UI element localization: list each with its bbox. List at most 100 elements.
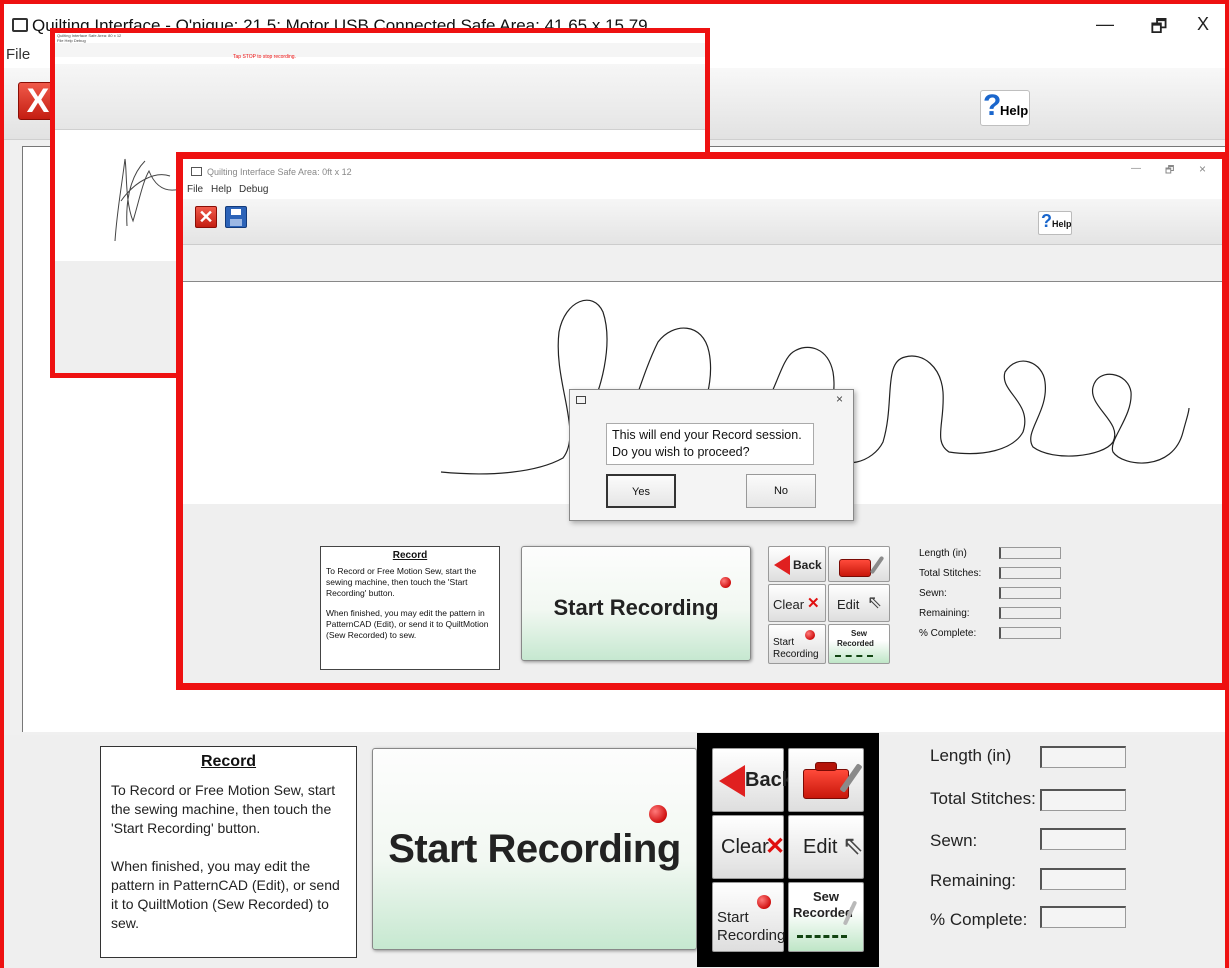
- record-session-overlay: Quilting Interface Safe Area: 0ft x 12 —…: [176, 152, 1229, 690]
- overlay-percent-complete-field: [999, 627, 1061, 639]
- overlay-info-box: Record To Record or Free Motion Sew, sta…: [320, 546, 500, 670]
- overlay-percent-complete-label: % Complete:: [919, 628, 977, 639]
- overlay-record-title: Quilting Interface Safe Area: 0ft x 12: [207, 167, 352, 177]
- app-window-icon: [12, 18, 28, 32]
- overlay-app-icon: [191, 167, 202, 176]
- overlay-clear-button[interactable]: Clear ✕: [768, 584, 826, 622]
- overlay-control-panel: Record To Record or Free Motion Sew, sta…: [183, 504, 1222, 683]
- total-stitches-label: Total Stitches:: [930, 789, 1036, 808]
- overlay-restore-button[interactable]: 🗗: [1165, 163, 1174, 180]
- start-recording-big-button[interactable]: Start Recording: [372, 748, 697, 950]
- overlay-start-small-label-2: Recording: [773, 649, 819, 660]
- clear-button[interactable]: Clear ✕: [712, 815, 786, 879]
- overlay-menu-debug[interactable]: Debug: [239, 184, 268, 195]
- overlay-help-button[interactable]: ? Help: [1038, 211, 1072, 235]
- toolbox-button[interactable]: [788, 748, 864, 812]
- dialog-message-line-2: Do you wish to proceed?: [612, 445, 750, 459]
- overlay-toolbox-button[interactable]: [828, 546, 890, 582]
- overlay-sew-label-1: Sew: [851, 629, 868, 638]
- overlay-info-title: Record: [392, 550, 428, 561]
- overlay-back-arrow-icon: [774, 555, 790, 575]
- back-button[interactable]: Back: [712, 748, 793, 812]
- start-recording-label: Start Recording: [388, 827, 681, 871]
- overlay-clear-label: Clear: [773, 597, 805, 612]
- overlay-menu-help[interactable]: Help: [211, 184, 232, 195]
- edit-button[interactable]: Edit ⇖: [788, 815, 864, 879]
- percent-complete-field: [1040, 906, 1126, 928]
- sew-label-2: Recorded: [793, 905, 853, 920]
- sew-recorded-icon: [797, 935, 847, 938]
- info-paragraph-1: To Record or Free Motion Sew, start the …: [111, 782, 336, 836]
- info-title: Record: [200, 753, 257, 770]
- overlay-toolbox-icon: [839, 559, 871, 577]
- overlay-start-recording-label: Start Recording: [553, 595, 719, 620]
- minimize-button[interactable]: —: [1090, 14, 1120, 38]
- help-label: Help: [1000, 103, 1029, 118]
- overlay-total-stitches-field: [999, 567, 1061, 579]
- back-label: Back: [745, 769, 793, 791]
- overlay-record-menubar: File Help Debug: [183, 183, 1222, 199]
- overlay-sewn-label: Sewn:: [919, 588, 947, 599]
- overlay-edit-label: Edit: [837, 597, 860, 612]
- overlay-record-titlebar: Quilting Interface Safe Area: 0ft x 12 —…: [183, 159, 1222, 183]
- sew-label-1: Sew: [813, 889, 840, 904]
- overlay-info-p1: To Record or Free Motion Sew, start the …: [326, 566, 477, 598]
- tap-stop-message: Tap STOP to stop recording.: [233, 54, 296, 60]
- overlay-start-small-label-1: Start: [773, 637, 795, 648]
- overlay-stop-toolbar: [55, 64, 705, 130]
- overlay-edit-button[interactable]: Edit ⇖: [828, 584, 890, 622]
- overlay-info-p2: When finished, you may edit the pattern …: [326, 608, 489, 640]
- overlay-record-dot-small-icon: [805, 630, 815, 640]
- dialog-message: This will end your Record session. Do yo…: [606, 423, 814, 465]
- record-dot-icon: [649, 805, 667, 823]
- overlay-close-icon[interactable]: ✕: [195, 206, 217, 228]
- overlay-sew-recorded-icon: [835, 655, 873, 658]
- stitch-line: [114, 158, 181, 242]
- overlay-length-field: [999, 547, 1061, 559]
- start-small-label-2: Recording: [717, 927, 786, 944]
- help-button[interactable]: ? Help: [980, 89, 1030, 126]
- save-icon[interactable]: [225, 206, 247, 228]
- overlay-record-dot-icon: [720, 577, 731, 588]
- length-field: [1040, 746, 1126, 768]
- overlay-back-label: Back: [793, 558, 822, 572]
- record-dot-small-icon: [757, 895, 771, 909]
- close-window-button[interactable]: X: [1188, 14, 1218, 38]
- action-button-grid: Back Clear ✕ Edit ⇖ Start Recording Sew …: [697, 733, 879, 967]
- overlay-back-button[interactable]: Back: [768, 546, 826, 582]
- edit-label: Edit: [803, 836, 838, 858]
- start-recording-small-button[interactable]: Start Recording: [712, 882, 786, 952]
- sewn-label: Sewn:: [930, 831, 978, 850]
- overlay-sew-recorded-button[interactable]: Sew Recorded: [828, 624, 890, 664]
- restore-button[interactable]: 🗗: [1144, 14, 1174, 38]
- dialog-no-button[interactable]: No: [746, 474, 816, 508]
- sew-recorded-button[interactable]: Sew Recorded: [788, 882, 864, 952]
- overlay-start-small-button[interactable]: Start Recording: [768, 624, 826, 664]
- toolbox-handle: [815, 762, 837, 771]
- overlay-sewn-field: [999, 587, 1061, 599]
- overlay-close-button[interactable]: ×: [1199, 162, 1206, 176]
- back-arrow-icon: [719, 765, 745, 797]
- percent-complete-label: % Complete:: [930, 910, 1028, 929]
- overlay-minimize-button[interactable]: —: [1131, 163, 1141, 174]
- red-x-icon: ✕: [765, 833, 786, 860]
- overlay-wrench-icon: [869, 555, 885, 575]
- overlay-help-label: Help: [1052, 219, 1072, 229]
- overlay-sew-label-2: Recorded: [837, 639, 874, 648]
- dialog-app-icon: [576, 396, 586, 404]
- clear-label: Clear: [721, 836, 769, 858]
- sewn-field: [1040, 828, 1126, 850]
- remaining-label: Remaining:: [930, 871, 1016, 890]
- menu-file[interactable]: File: [6, 46, 30, 63]
- overlay-start-recording-button[interactable]: Start Recording: [521, 546, 751, 661]
- overlay-help-icon: ?: [1041, 211, 1052, 231]
- overlay-length-label: Length (in): [919, 548, 967, 559]
- cursor-icon: ⇖: [842, 830, 864, 860]
- dialog-close-button[interactable]: ×: [836, 392, 843, 406]
- overlay-menu-file[interactable]: File: [187, 184, 203, 195]
- dialog-message-line-1: This will end your Record session.: [612, 428, 802, 442]
- help-icon: ?: [983, 89, 1002, 122]
- end-record-dialog: × This will end your Record session. Do …: [569, 389, 854, 521]
- dialog-yes-button[interactable]: Yes: [606, 474, 676, 508]
- remaining-field: [1040, 868, 1126, 890]
